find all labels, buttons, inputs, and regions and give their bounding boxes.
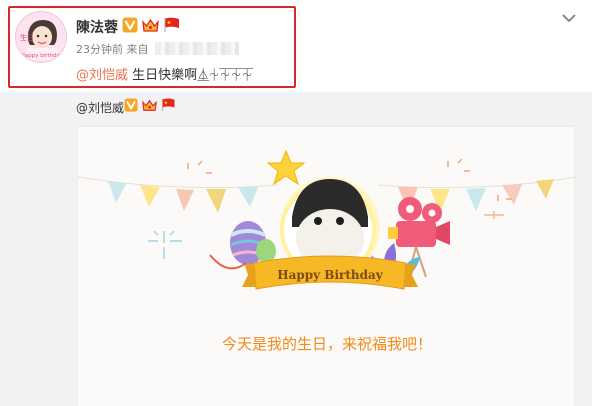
bunting-flag [108,181,126,203]
avatar[interactable]: 生日 Happy birthday [15,11,67,63]
bunting-flag [140,185,160,207]
mention-link[interactable]: @刘恺威 [76,68,128,83]
easter-egg-icon [230,221,276,265]
avatar-image: 生日 Happy birthday [16,12,66,62]
blurred-source [155,42,239,55]
weibo-post: 生日 Happy birthday 陳法蓉 23分钟前 来自 @刘恺威 生日快樂… [0,0,592,92]
star-icon [266,149,306,186]
sparkle-decoration [148,230,182,259]
bunting-flag [536,179,554,199]
banner-text: Happy Birthday [277,268,384,282]
username[interactable]: 陳法蓉 [76,17,118,37]
source-prefix: 来自 [126,43,149,56]
verified-v-icon[interactable] [124,98,138,112]
repost-container: @刘恺威 Happy Birthday 今天是我的生日，来祝福我吧！ [0,92,592,406]
post-time[interactable]: 23分钟前 [76,43,123,56]
post-text: @刘恺威 生日快樂啊⏅⏆⏇⏇⏇ [76,64,253,83]
chevron-down-icon[interactable] [561,12,577,24]
bunting-flag [176,189,194,211]
crown-badge-icon[interactable] [141,98,158,112]
post-meta: 23分钟前 来自 [76,41,239,57]
bunting-flag [238,187,258,207]
birthday-card[interactable]: Happy Birthday 今天是我的生日，来祝福我吧！ [77,126,576,406]
bunting-flag [466,188,486,211]
card-message: 今天是我的生日，来祝福我吧！ [221,335,432,353]
bunting-flag [206,189,226,213]
verified-v-icon[interactable] [122,17,138,33]
bunting-flag [502,184,522,205]
happy-birthday-banner: Happy Birthday [242,255,418,290]
china-flag-icon [164,17,179,32]
post-decorative-glyphs: ⏅⏆⏇⏇⏇ [197,68,253,82]
china-flag-icon [161,98,175,111]
repost-author[interactable]: @刘恺威 [76,99,124,116]
birthday-illustration: Happy Birthday [78,149,576,290]
crown-badge-icon[interactable] [141,17,160,33]
post-body: 生日快樂啊 [128,68,198,83]
sparkle-decoration [484,211,504,219]
avatar-text-left: 生日 [20,33,34,42]
